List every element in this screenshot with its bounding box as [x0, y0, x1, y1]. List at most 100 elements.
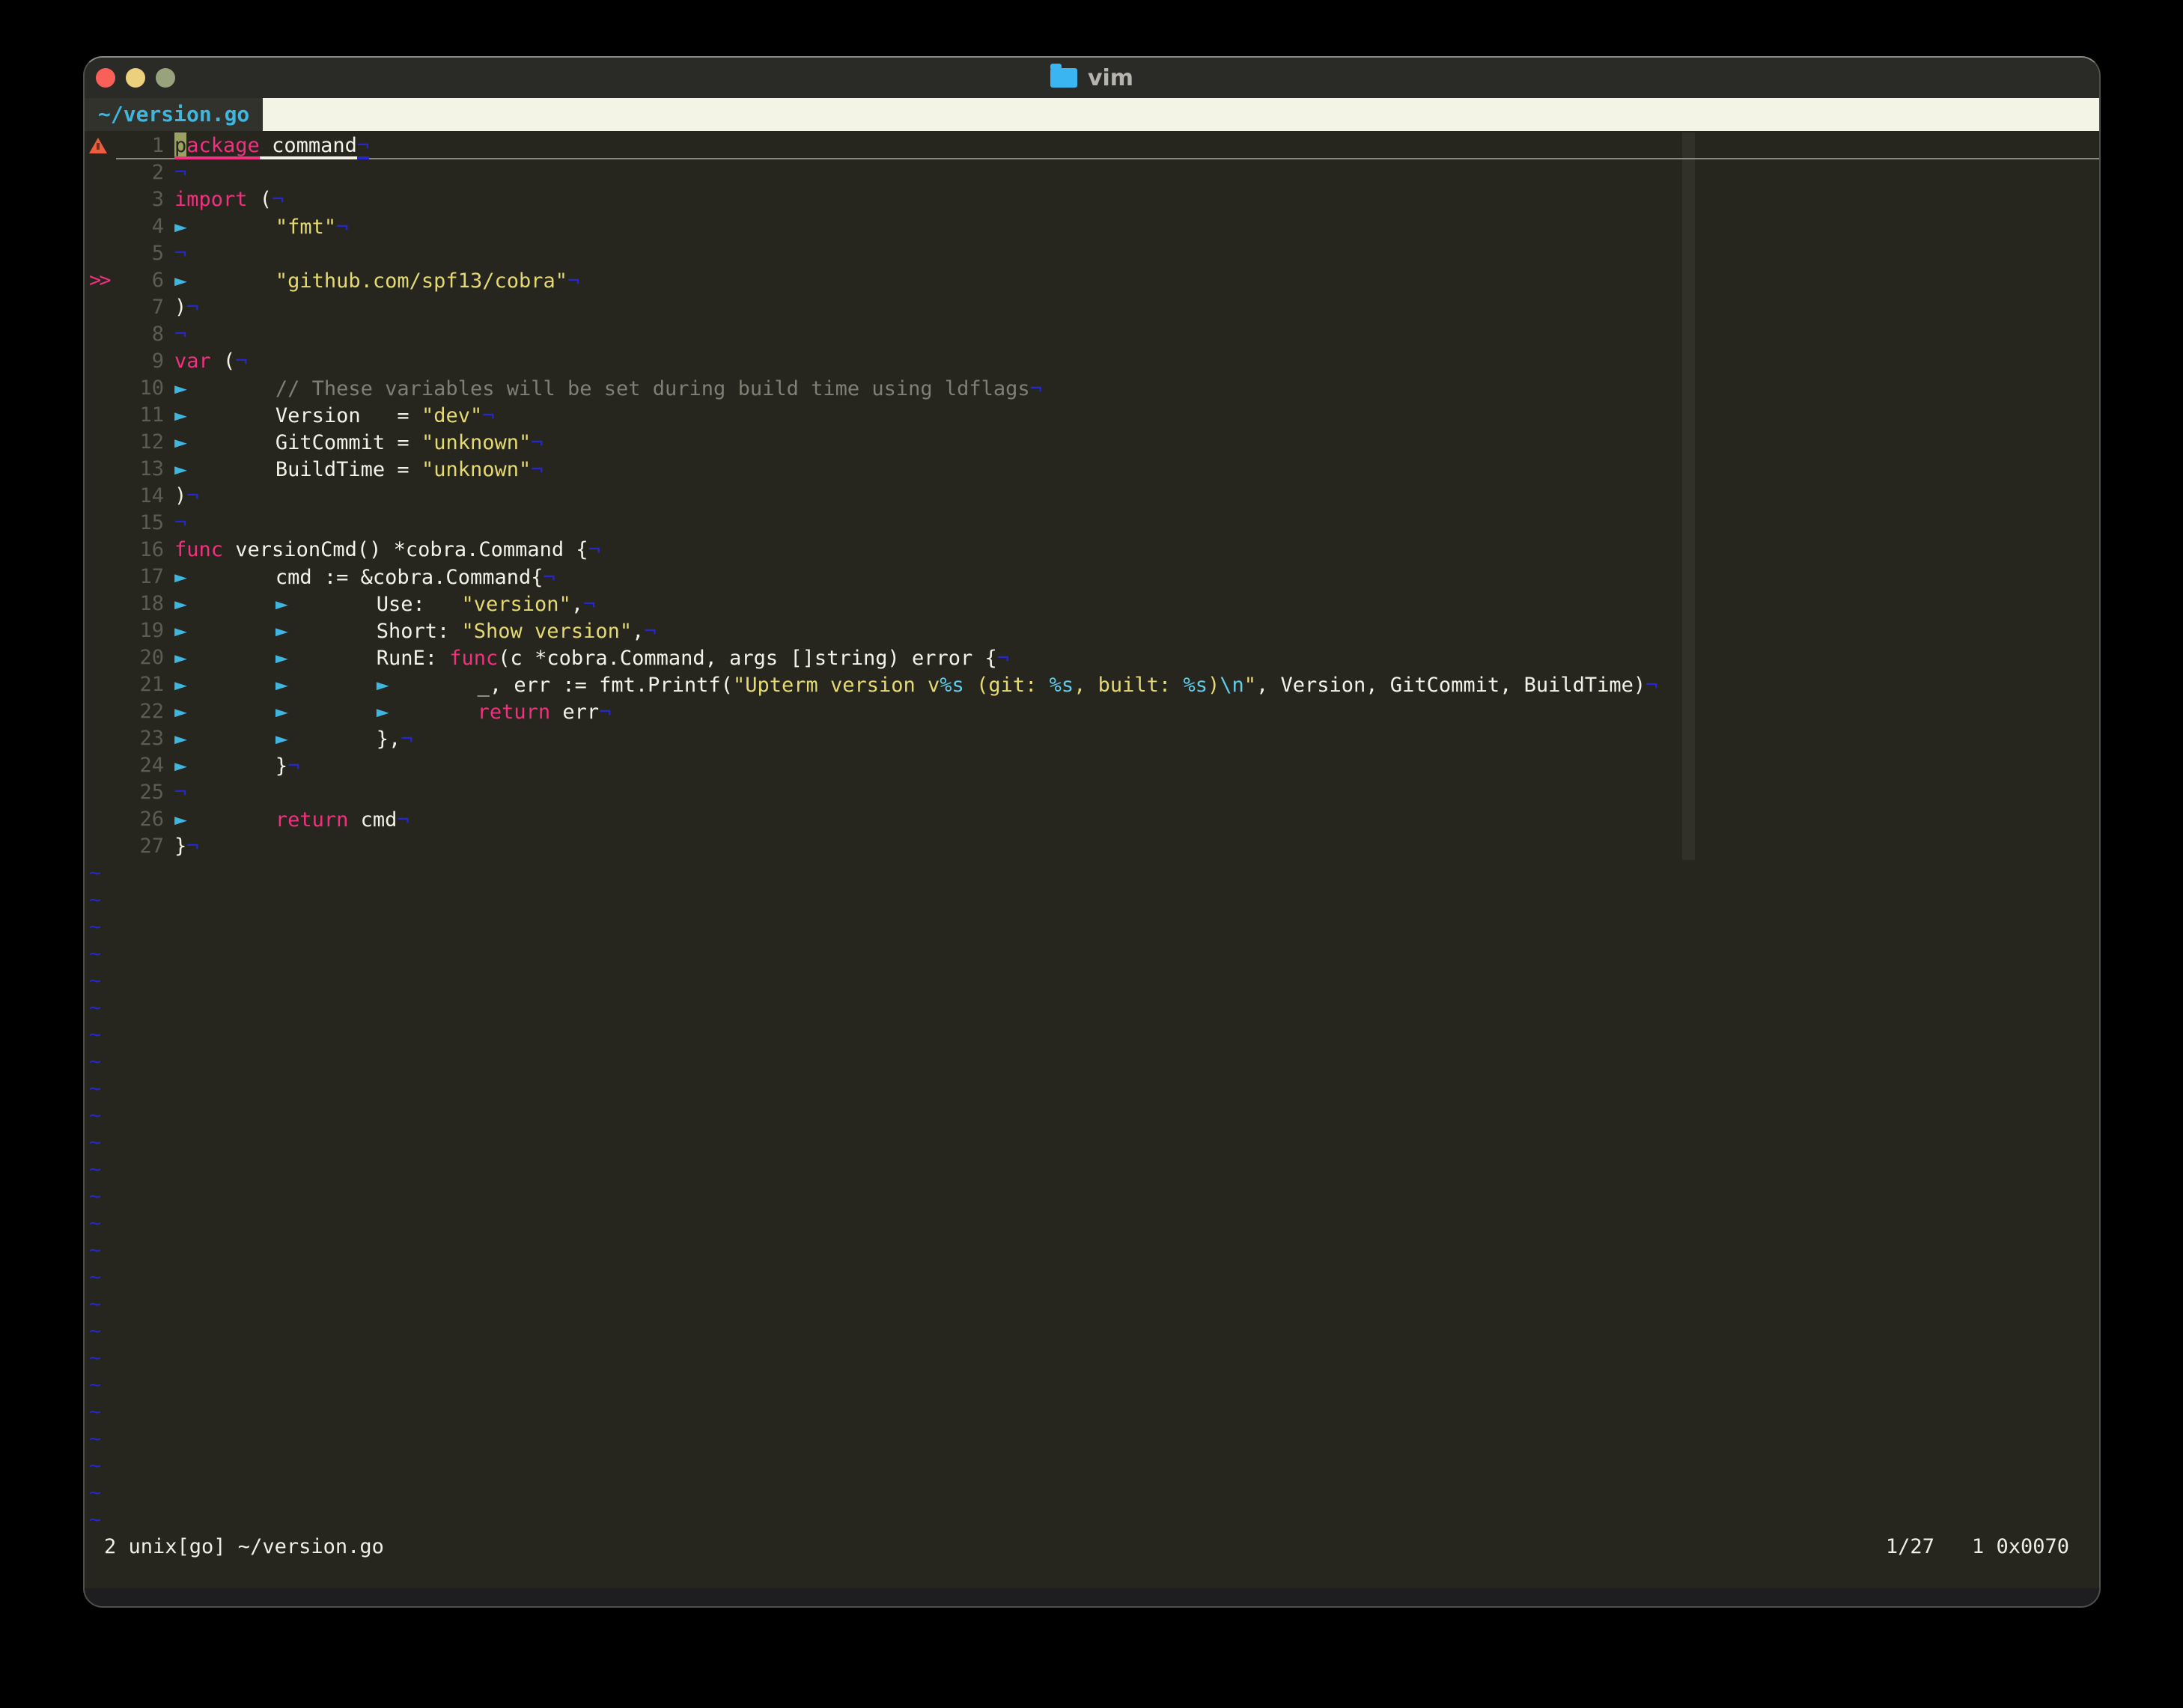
- code-line[interactable]: 27}¬: [89, 833, 2099, 860]
- code-segment: ¬: [174, 323, 187, 346]
- tilde-marker: ~: [89, 969, 102, 992]
- code-line[interactable]: 1 package command¬: [89, 132, 2099, 159]
- title-bar[interactable]: vim: [85, 58, 2099, 98]
- code-segment: }: [275, 754, 288, 778]
- line-number: 12: [139, 430, 164, 454]
- line-number: 18: [139, 592, 164, 615]
- code-segment: ,: [570, 593, 584, 616]
- line-number: 1: [151, 134, 164, 157]
- code-text: ► }¬: [174, 752, 299, 779]
- code-segment: ¬: [174, 511, 187, 534]
- code-segment: ¬: [599, 701, 612, 724]
- line-number: 15: [139, 511, 164, 534]
- code-line[interactable]: 5 ¬: [89, 240, 2099, 267]
- code-line[interactable]: 7)¬: [89, 294, 2099, 321]
- code-line[interactable]: >> 6 ► "github.com/spf13/cobra"¬: [89, 267, 2099, 294]
- status-right: 1/27 1 0x0070: [1886, 1534, 2069, 1561]
- tilde-marker: ~: [89, 1104, 102, 1127]
- code-line[interactable]: 18 ► ► Use: "version",¬: [89, 591, 2099, 617]
- editor-area[interactable]: 1 package command¬ 2 ¬ 3 import (¬ 4 ► "fmt"¬ 5 ¬…: [85, 131, 2099, 1588]
- code-line[interactable]: 17 ► cmd := &cobra.Command{¬: [89, 564, 2099, 591]
- code-line[interactable]: 3 import (¬: [89, 186, 2099, 213]
- code-text: ► Version = "dev"¬: [174, 402, 494, 429]
- tilde-marker: ~: [89, 1400, 102, 1424]
- empty-line: ~: [89, 1453, 2099, 1480]
- code-line[interactable]: 10 ► // These variables will be set durin…: [89, 375, 2099, 402]
- code-line[interactable]: 11 ► Version = "dev"¬: [89, 402, 2099, 429]
- code-line[interactable]: 23 ► ► },¬: [89, 725, 2099, 752]
- code-line[interactable]: 21 ► ► ► _, err := fmt.Printf("Upterm ver…: [89, 671, 2099, 698]
- code-segment: "github.com/spf13/cobra": [275, 269, 567, 293]
- code-segment: ►: [174, 564, 275, 589]
- tilde-marker: ~: [89, 1212, 102, 1235]
- sign-column: [89, 375, 116, 402]
- code-line[interactable]: 24 ► }¬: [89, 752, 2099, 779]
- empty-line: ~: [89, 1264, 2099, 1291]
- code-line[interactable]: 25 ¬: [89, 779, 2099, 806]
- sign-column: [89, 671, 116, 698]
- code-segment: ►: [275, 726, 377, 751]
- code-text: ¬: [174, 159, 186, 186]
- code-line[interactable]: 2 ¬: [89, 159, 2099, 186]
- code-segment: ,: [632, 620, 645, 643]
- code-line[interactable]: 12 ► GitCommit = "unknown"¬: [89, 429, 2099, 456]
- empty-line: ~: [89, 1049, 2099, 1076]
- code-segment: "Upterm version v: [732, 674, 940, 697]
- sign-column: [89, 321, 116, 348]
- code-segment: ►: [275, 672, 377, 697]
- code-text: ¬: [174, 779, 186, 806]
- code-line[interactable]: 26 ► return cmd¬: [89, 806, 2099, 833]
- code-line[interactable]: 15 ¬: [89, 510, 2099, 537]
- code-segment: command: [272, 132, 357, 159]
- code-segment: ¬: [174, 161, 187, 184]
- code-text: func versionCmd() *cobra.Command {¬: [174, 537, 600, 564]
- code-text: ► BuildTime = "unknown"¬: [174, 456, 544, 483]
- code-line[interactable]: 4 ► "fmt"¬: [89, 213, 2099, 240]
- code-text: ► "fmt"¬: [174, 213, 348, 240]
- sign-column: [89, 483, 116, 510]
- code-line[interactable]: 9 var (¬: [89, 348, 2099, 375]
- empty-line: ~: [89, 914, 2099, 941]
- empty-line: ~: [89, 1345, 2099, 1372]
- change-sign-icon: >>: [89, 269, 112, 292]
- close-button[interactable]: [96, 68, 115, 88]
- line-number: 7: [151, 296, 164, 319]
- folder-icon: [1050, 64, 1077, 88]
- code-text: import (¬: [174, 186, 284, 213]
- code-line[interactable]: 16 func versionCmd() *cobra.Command {¬: [89, 537, 2099, 564]
- empty-line: ~: [89, 860, 2099, 887]
- tab-version-go[interactable]: ~/version.go: [85, 98, 264, 131]
- line-number: 9: [151, 350, 164, 373]
- code-segment: "fmt": [275, 216, 337, 239]
- empty-line: ~: [89, 1237, 2099, 1264]
- line-number: 21: [139, 673, 164, 696]
- code-line[interactable]: 13 ► BuildTime = "unknown"¬: [89, 456, 2099, 483]
- line-number: 3: [151, 188, 164, 211]
- sign-column: [89, 698, 116, 725]
- code-line[interactable]: 22 ► ► ► return err¬: [89, 698, 2099, 725]
- code-segment: [259, 132, 273, 159]
- code-line[interactable]: 14)¬: [89, 483, 2099, 510]
- tilde-marker: ~: [89, 888, 102, 912]
- window-title-text: vim: [1087, 64, 1134, 91]
- code-segment: ►: [376, 672, 478, 697]
- code-text: ¬: [174, 321, 186, 348]
- zoom-button[interactable]: [156, 68, 175, 88]
- buffer: 1 package command¬ 2 ¬ 3 import (¬ 4 ► "fmt"¬ 5 ¬…: [89, 132, 2099, 1534]
- code-line[interactable]: 19 ► ► Short: "Show version",¬: [89, 617, 2099, 644]
- code-text: ► ► },¬: [174, 725, 413, 752]
- minimize-button[interactable]: [126, 68, 145, 88]
- code-segment: %s: [940, 674, 964, 697]
- code-segment: import: [174, 188, 248, 211]
- code-line[interactable]: 20 ► ► RunE: func(c *cobra.Command, args …: [89, 644, 2099, 671]
- sign-column: [89, 240, 116, 267]
- code-segment: "unknown": [421, 431, 532, 454]
- sign-column: [89, 537, 116, 564]
- line-number: 14: [139, 484, 164, 507]
- code-text: ► return cmd¬: [174, 806, 409, 833]
- code-segment: , Version, GitCommit, BuildTime): [1256, 674, 1646, 697]
- sign-column: [89, 213, 116, 240]
- warning-triangle-icon: [89, 138, 107, 153]
- code-line[interactable]: 8 ¬: [89, 321, 2099, 348]
- empty-line: ~: [89, 1076, 2099, 1102]
